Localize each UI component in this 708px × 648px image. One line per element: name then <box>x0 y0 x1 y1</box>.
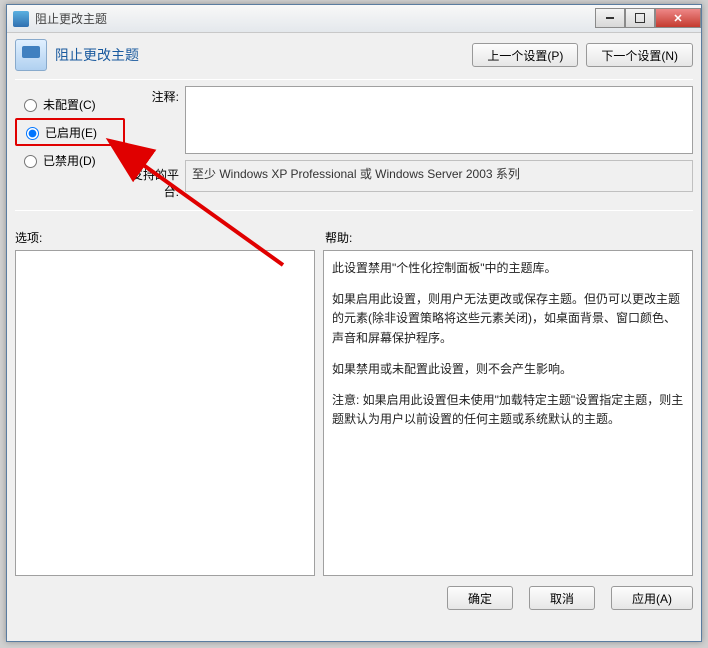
help-text: 注意: 如果启用此设置但未使用"加载特定主题"设置指定主题，则主题默认为用户以前… <box>332 391 684 429</box>
window-title: 阻止更改主题 <box>35 10 595 27</box>
radio-enabled[interactable]: 已启用(E) <box>15 118 125 146</box>
radio-disabled[interactable]: 已禁用(D) <box>15 146 125 174</box>
comment-label: 注释: <box>125 86 185 105</box>
radio-not-configured[interactable]: 未配置(C) <box>15 90 125 118</box>
help-text: 此设置禁用"个性化控制面板"中的主题库。 <box>332 259 684 278</box>
close-button[interactable] <box>655 8 701 28</box>
help-text: 如果启用此设置，则用户无法更改或保存主题。但仍可以更改主题的元素(除非设置策略将… <box>332 290 684 348</box>
ok-button[interactable]: 确定 <box>447 586 513 610</box>
radio-label: 已禁用(D) <box>43 152 96 169</box>
platform-label: 支持的平台: <box>125 160 185 200</box>
divider <box>15 79 693 80</box>
dialog-window: 阻止更改主题 阻止更改主题 上一个设置(P) 下一个设置(N) 未配置(C) 已 <box>6 4 702 642</box>
titlebar[interactable]: 阻止更改主题 <box>7 5 701 33</box>
radio-not-configured-input[interactable] <box>24 99 37 112</box>
prev-setting-button[interactable]: 上一个设置(P) <box>472 43 578 67</box>
options-panel[interactable] <box>15 250 315 576</box>
radio-disabled-input[interactable] <box>24 155 37 168</box>
policy-icon <box>15 39 47 71</box>
radio-label: 已启用(E) <box>45 124 97 141</box>
help-text: 如果禁用或未配置此设置，则不会产生影响。 <box>332 360 684 379</box>
app-icon <box>13 11 29 27</box>
next-setting-button[interactable]: 下一个设置(N) <box>586 43 693 67</box>
help-panel[interactable]: 此设置禁用"个性化控制面板"中的主题库。 如果启用此设置，则用户无法更改或保存主… <box>323 250 693 576</box>
apply-button[interactable]: 应用(A) <box>611 586 693 610</box>
minimize-button[interactable] <box>595 8 625 28</box>
platform-box[interactable]: 至少 Windows XP Professional 或 Windows Ser… <box>185 160 693 192</box>
radio-label: 未配置(C) <box>43 96 96 113</box>
page-title: 阻止更改主题 <box>55 45 464 65</box>
help-label: 帮助: <box>325 229 352 246</box>
radio-enabled-input[interactable] <box>26 127 39 140</box>
divider <box>15 210 693 211</box>
cancel-button[interactable]: 取消 <box>529 586 595 610</box>
maximize-button[interactable] <box>625 8 655 28</box>
options-label: 选项: <box>15 229 325 246</box>
comment-textarea[interactable] <box>185 86 693 154</box>
